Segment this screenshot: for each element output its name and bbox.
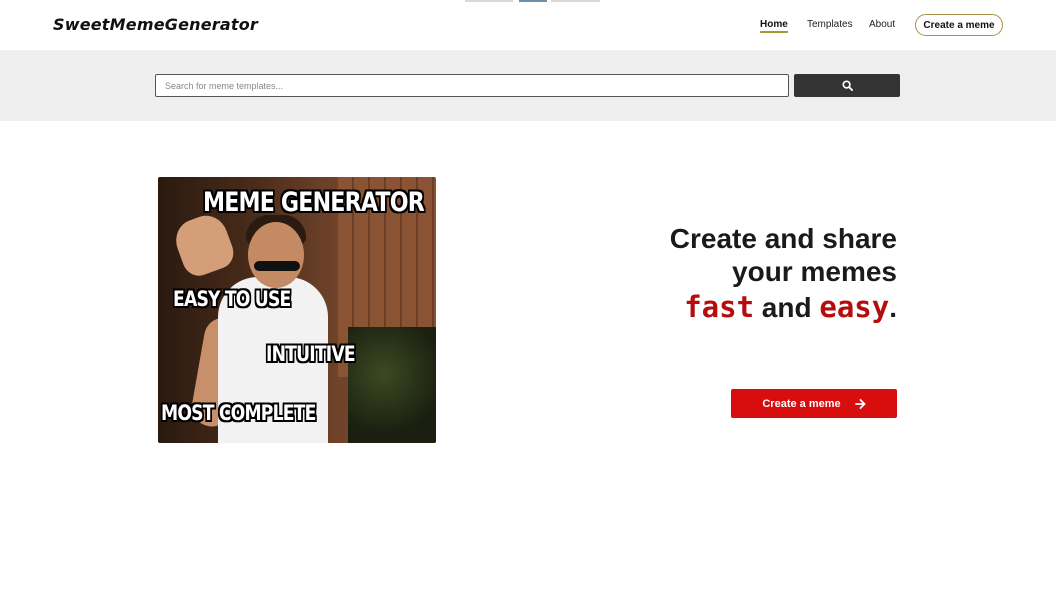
- meme-top-text: MEME GENERATOR: [203, 187, 425, 218]
- nav-home[interactable]: Home: [760, 19, 788, 33]
- site-header: SweetMemeGenerator Home Templates About …: [0, 0, 1056, 50]
- hero-heading: Create and share your memes: [670, 222, 897, 288]
- hero-word-and: and: [754, 292, 820, 323]
- nav-about[interactable]: About: [869, 19, 895, 30]
- meme-text-intuitive: INTUITIVE: [266, 342, 356, 366]
- hero-word-fast: fast: [684, 290, 755, 324]
- search-band: [0, 50, 1056, 121]
- nav-templates[interactable]: Templates: [807, 19, 853, 30]
- meme-text-complete: MOST COMPLETE: [161, 401, 316, 425]
- hero-create-meme-button[interactable]: Create a meme: [731, 389, 897, 418]
- meme-text-easy: EASY TO USE: [173, 287, 291, 311]
- search-icon: [841, 80, 853, 91]
- hero-cta-label: Create a meme: [762, 397, 841, 410]
- hero-meme-image: MEME GENERATOR EASY TO USE INTUITIVE MOS…: [158, 177, 436, 443]
- search-input[interactable]: [155, 74, 789, 97]
- hero-heading-line1: Create and share: [669, 223, 897, 254]
- search-button[interactable]: [794, 74, 900, 97]
- site-logo[interactable]: SweetMemeGenerator: [53, 15, 258, 34]
- hero-word-dot: .: [889, 292, 897, 323]
- arrow-right-icon: [854, 398, 866, 409]
- header-create-meme-button[interactable]: Create a meme: [915, 14, 1003, 36]
- hero-heading-line3: fast and easy.: [684, 290, 897, 324]
- hero-word-easy: easy: [819, 290, 890, 324]
- hero-heading-line2: your memes: [732, 256, 897, 287]
- top-edge-decoration: [465, 0, 600, 2]
